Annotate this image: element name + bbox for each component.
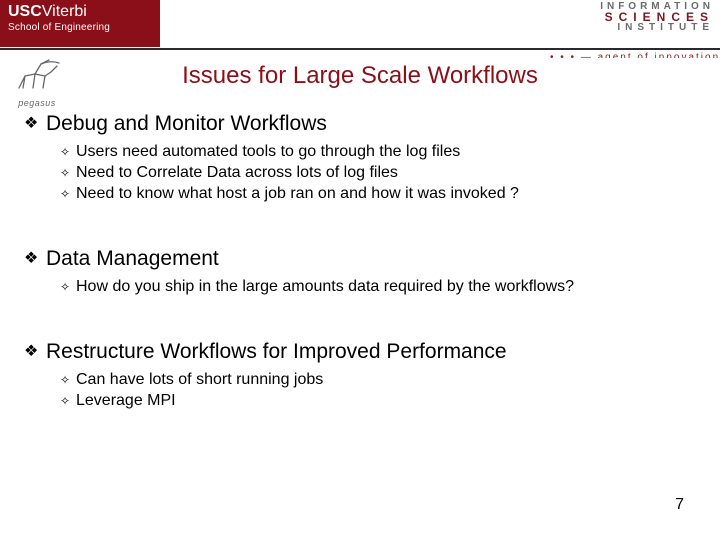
list-item: ✧ Can have lots of short running jobs <box>60 370 696 390</box>
top-banner: USCViterbi School of Engineering INFORMA… <box>0 0 720 52</box>
list-item-text: Users need automated tools to go through… <box>76 142 460 162</box>
bullet-l2-icon: ✧ <box>60 277 76 297</box>
isi-line-3: INSTITUTE <box>600 23 714 33</box>
list-item: ✧ Leverage MPI <box>60 391 696 411</box>
usc-viterbi-logo: USCViterbi School of Engineering <box>0 0 160 47</box>
slide-title: Issues for Large Scale Workflows <box>0 62 720 90</box>
list-item: ✧ Need to Correlate Data across lots of … <box>60 163 696 183</box>
bullet-l1-icon: ❖ <box>24 340 46 364</box>
bullet-l1-icon: ❖ <box>24 112 46 136</box>
bullet-l2-icon: ✧ <box>60 391 76 411</box>
list-item: ✧ Need to know what host a job ran on an… <box>60 184 696 204</box>
page-number: 7 <box>675 496 684 514</box>
list-item-text: Can have lots of short running jobs <box>76 370 323 390</box>
banner-underline <box>0 48 720 50</box>
slide: USCViterbi School of Engineering INFORMA… <box>0 0 720 540</box>
list-item: ✧ Users need automated tools to go throu… <box>60 142 696 162</box>
section-heading: ❖ Debug and Monitor Workflows <box>24 112 696 136</box>
isi-logo: INFORMATION SCIENCES INSTITUTE <box>600 2 714 32</box>
section-heading: ❖ Data Management <box>24 247 696 271</box>
section-heading-text: Restructure Workflows for Improved Perfo… <box>46 340 507 364</box>
bullet-l1-icon: ❖ <box>24 247 46 271</box>
section-heading-text: Debug and Monitor Workflows <box>46 112 327 136</box>
usc-bold: USC <box>8 3 42 20</box>
pegasus-label: pegasus <box>6 98 68 108</box>
section-gap <box>24 298 696 336</box>
list-item-text: Need to Correlate Data across lots of lo… <box>76 163 398 183</box>
section-gap <box>24 205 696 243</box>
list-item-text: Leverage MPI <box>76 391 176 411</box>
list-item: ✧ How do you ship in the large amounts d… <box>60 277 696 297</box>
bullet-l2-icon: ✧ <box>60 142 76 162</box>
section-heading: ❖ Restructure Workflows for Improved Per… <box>24 340 696 364</box>
banner-tagline: • • • — agent of innovation • • • <box>550 52 720 58</box>
bullet-l2-icon: ✧ <box>60 184 76 204</box>
school-of-engineering: School of Engineering <box>8 23 152 34</box>
section-heading-text: Data Management <box>46 247 219 271</box>
list-item-text: How do you ship in the large amounts dat… <box>76 277 574 297</box>
usc-wordmark: USCViterbi <box>8 4 152 21</box>
bullet-l2-icon: ✧ <box>60 163 76 183</box>
bullet-l2-icon: ✧ <box>60 370 76 390</box>
list-item-text: Need to know what host a job ran on and … <box>76 184 519 204</box>
viterbi-light: Viterbi <box>42 3 87 20</box>
slide-content: ❖ Debug and Monitor Workflows ✧ Users ne… <box>24 108 696 412</box>
